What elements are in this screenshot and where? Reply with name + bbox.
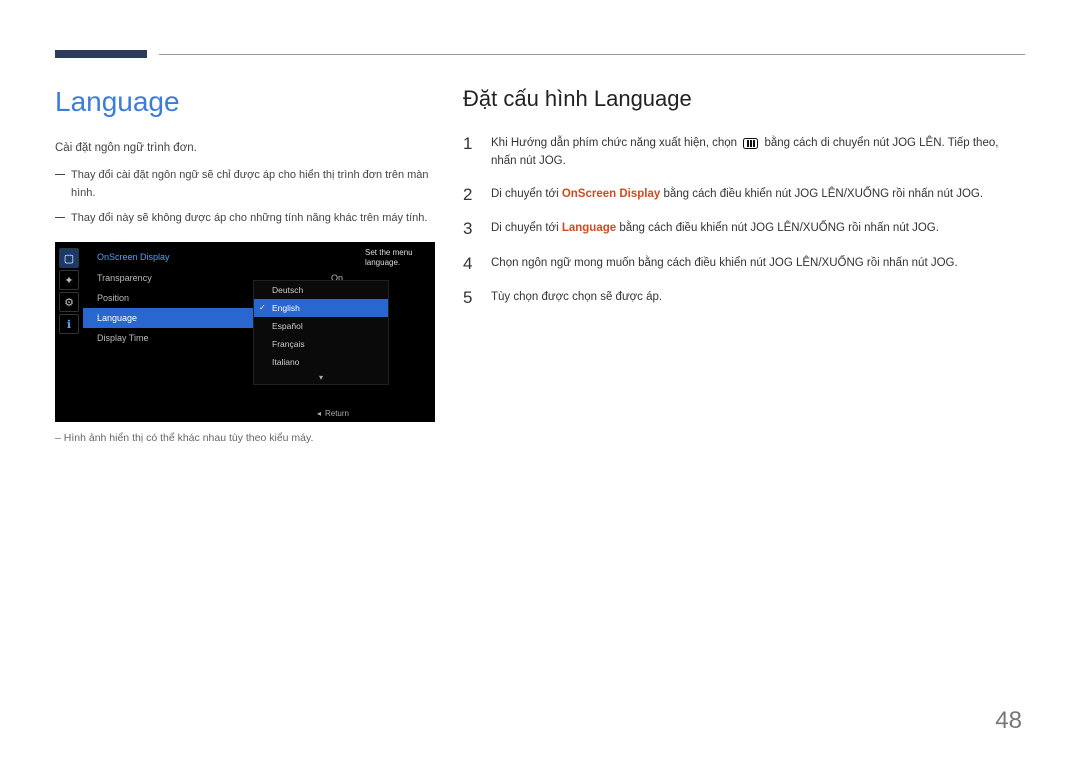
step-text-part: bằng cách điều khiển nút JOG LÊN/XUỐNG r… [660, 188, 983, 200]
osd-main-panel: OnScreen Display Transparency On Positio… [83, 242, 357, 422]
page-number: 48 [995, 707, 1022, 735]
step-highlight: Language [562, 222, 616, 234]
nav-icon: ✦ [59, 270, 79, 290]
config-heading: Đặt cấu hình Language [463, 86, 1025, 112]
step-text-part: bằng cách điều khiển nút JOG LÊN/XUỐNG r… [616, 222, 939, 234]
menu-icon [743, 138, 758, 149]
right-column: Đặt cấu hình Language 1 Khi Hướng dẫn ph… [463, 86, 1025, 444]
osd-row-label: Display Time [97, 333, 149, 343]
step-item: 5 Tùy chọn được chọn sẽ được áp. [463, 288, 1025, 308]
osd-row-label: Position [97, 293, 129, 303]
step-item: 3 Di chuyển tới Language bằng cách điều … [463, 219, 1025, 239]
osd-popup-item: Français [254, 335, 388, 353]
osd-screenshot: ▢ ✦ ⚙ ℹ OnScreen Display Transparency On… [55, 242, 435, 422]
step-text: Chọn ngôn ngữ mong muốn bằng cách điều k… [491, 254, 958, 274]
left-column: Language Cài đặt ngôn ngữ trình đơn. Tha… [55, 86, 435, 444]
step-text-part: Di chuyển tới [491, 188, 562, 200]
osd-popup-item: Italiano [254, 353, 388, 371]
note-item: Thay đổi cài đặt ngôn ngữ sẽ chỉ được áp… [55, 167, 435, 202]
step-highlight: OnScreen Display [562, 188, 660, 200]
chapter-header [55, 50, 1025, 58]
step-number: 4 [463, 254, 479, 274]
info-icon: ℹ [59, 314, 79, 334]
osd-return-label: Return [317, 409, 349, 418]
step-number: 1 [463, 134, 479, 171]
osd-title: OnScreen Display [83, 248, 357, 268]
step-text: Di chuyển tới Language bằng cách điều kh… [491, 219, 939, 239]
step-text: Di chuyển tới OnScreen Display bằng cách… [491, 185, 983, 205]
down-arrow-icon: ▾ [254, 371, 388, 384]
step-number: 3 [463, 219, 479, 239]
display-icon: ▢ [59, 248, 79, 268]
section-heading: Language [55, 86, 435, 118]
osd-row-label: Transparency [97, 273, 152, 283]
step-item: 4 Chọn ngôn ngữ mong muốn bằng cách điều… [463, 254, 1025, 274]
osd-popup-item: Deutsch [254, 281, 388, 299]
osd-row-label: Language [97, 313, 137, 323]
step-number: 5 [463, 288, 479, 308]
gear-icon: ⚙ [59, 292, 79, 312]
osd-language-popup: Deutsch English Español Français Italian… [253, 280, 389, 385]
step-number: 2 [463, 185, 479, 205]
chapter-rule [159, 54, 1025, 55]
screenshot-footnote: Hình ảnh hiển thị có thể khác nhau tùy t… [55, 432, 435, 444]
step-item: 2 Di chuyển tới OnScreen Display bằng cá… [463, 185, 1025, 205]
step-item: 1 Khi Hướng dẫn phím chức năng xuất hiện… [463, 134, 1025, 171]
osd-popup-item: Español [254, 317, 388, 335]
step-text-part: Di chuyển tới [491, 222, 562, 234]
step-text: Khi Hướng dẫn phím chức năng xuất hiện, … [491, 134, 1025, 171]
intro-text: Cài đặt ngôn ngữ trình đơn. [55, 140, 435, 157]
step-text-part: Khi Hướng dẫn phím chức năng xuất hiện, … [491, 137, 740, 149]
step-text: Tùy chọn được chọn sẽ được áp. [491, 288, 662, 308]
step-list: 1 Khi Hướng dẫn phím chức năng xuất hiện… [463, 134, 1025, 308]
osd-popup-item-selected: English [254, 299, 388, 317]
chapter-block [55, 50, 147, 58]
osd-sidebar: ▢ ✦ ⚙ ℹ [55, 242, 83, 422]
note-item: Thay đổi này sẽ không được áp cho những … [55, 210, 435, 228]
